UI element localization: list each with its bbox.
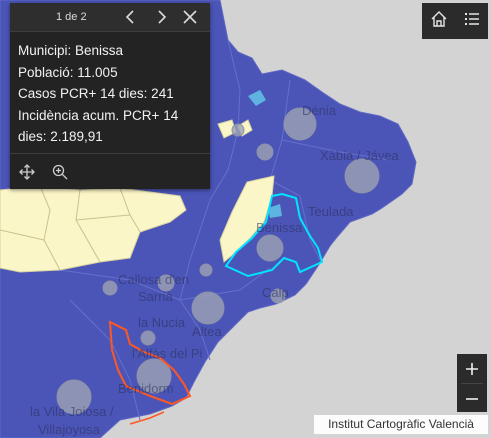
place-label: Xàbia / Jávea	[320, 148, 400, 163]
map-view[interactable]: Dénia Xàbia / Jávea Teulada Benissa Calp…	[0, 0, 491, 438]
previous-icon[interactable]	[123, 9, 139, 25]
place-label: Altea	[192, 324, 222, 339]
zoom-in-button[interactable]	[457, 354, 487, 383]
popup-field-incidence-value: dies: 2.189,91	[18, 129, 103, 144]
plus-icon	[466, 362, 478, 375]
popup-field-population: Població: 11.005	[18, 64, 118, 80]
feature-popup[interactable]: 1 de 2 Municipi: Benissa Població: 11.00…	[10, 3, 210, 189]
zoom-out-button[interactable]	[457, 384, 487, 413]
next-icon[interactable]	[153, 9, 169, 25]
popup-field-municipality: Municipi: Benissa	[18, 43, 124, 58]
legend-icon	[463, 10, 481, 33]
minus-icon	[466, 397, 478, 400]
pan-to-icon[interactable]	[19, 164, 35, 180]
place-label: Benissa	[256, 220, 303, 235]
place-label: Villajoyosa	[38, 422, 101, 437]
popup-field-cases: Casos PCR+ 14 dies: 241	[18, 86, 174, 101]
popup-field-incidence-label: Incidència acum. PCR+ 14	[18, 107, 179, 123]
popup-pager: 1 de 2	[56, 11, 87, 23]
home-icon	[430, 10, 448, 33]
zoom-control	[457, 354, 487, 412]
home-button[interactable]	[422, 3, 455, 39]
place-label: la Nucia	[138, 315, 186, 330]
popup-content: Municipi: Benissa Població: 11.005 Casos…	[10, 32, 210, 148]
place-label: Teulada	[308, 204, 354, 219]
place-label: Benidorm	[118, 381, 174, 396]
place-label: Sarrià	[138, 289, 173, 304]
place-label: Callosa d'en	[118, 272, 189, 287]
map-toolbar	[422, 3, 488, 39]
legend-button[interactable]	[455, 3, 488, 39]
popup-header: 1 de 2	[10, 3, 210, 32]
place-label: la Vila Joiosa /	[30, 404, 114, 419]
place-label: l'Alfàs del Pi	[132, 346, 203, 361]
zoom-to-icon[interactable]	[52, 164, 68, 180]
attribution[interactable]: Institut Cartogràfic Valencià	[314, 415, 488, 434]
popup-actions	[10, 153, 210, 190]
close-icon[interactable]	[182, 9, 198, 25]
place-label: Calp	[262, 285, 289, 300]
place-label: Dénia	[302, 103, 337, 118]
